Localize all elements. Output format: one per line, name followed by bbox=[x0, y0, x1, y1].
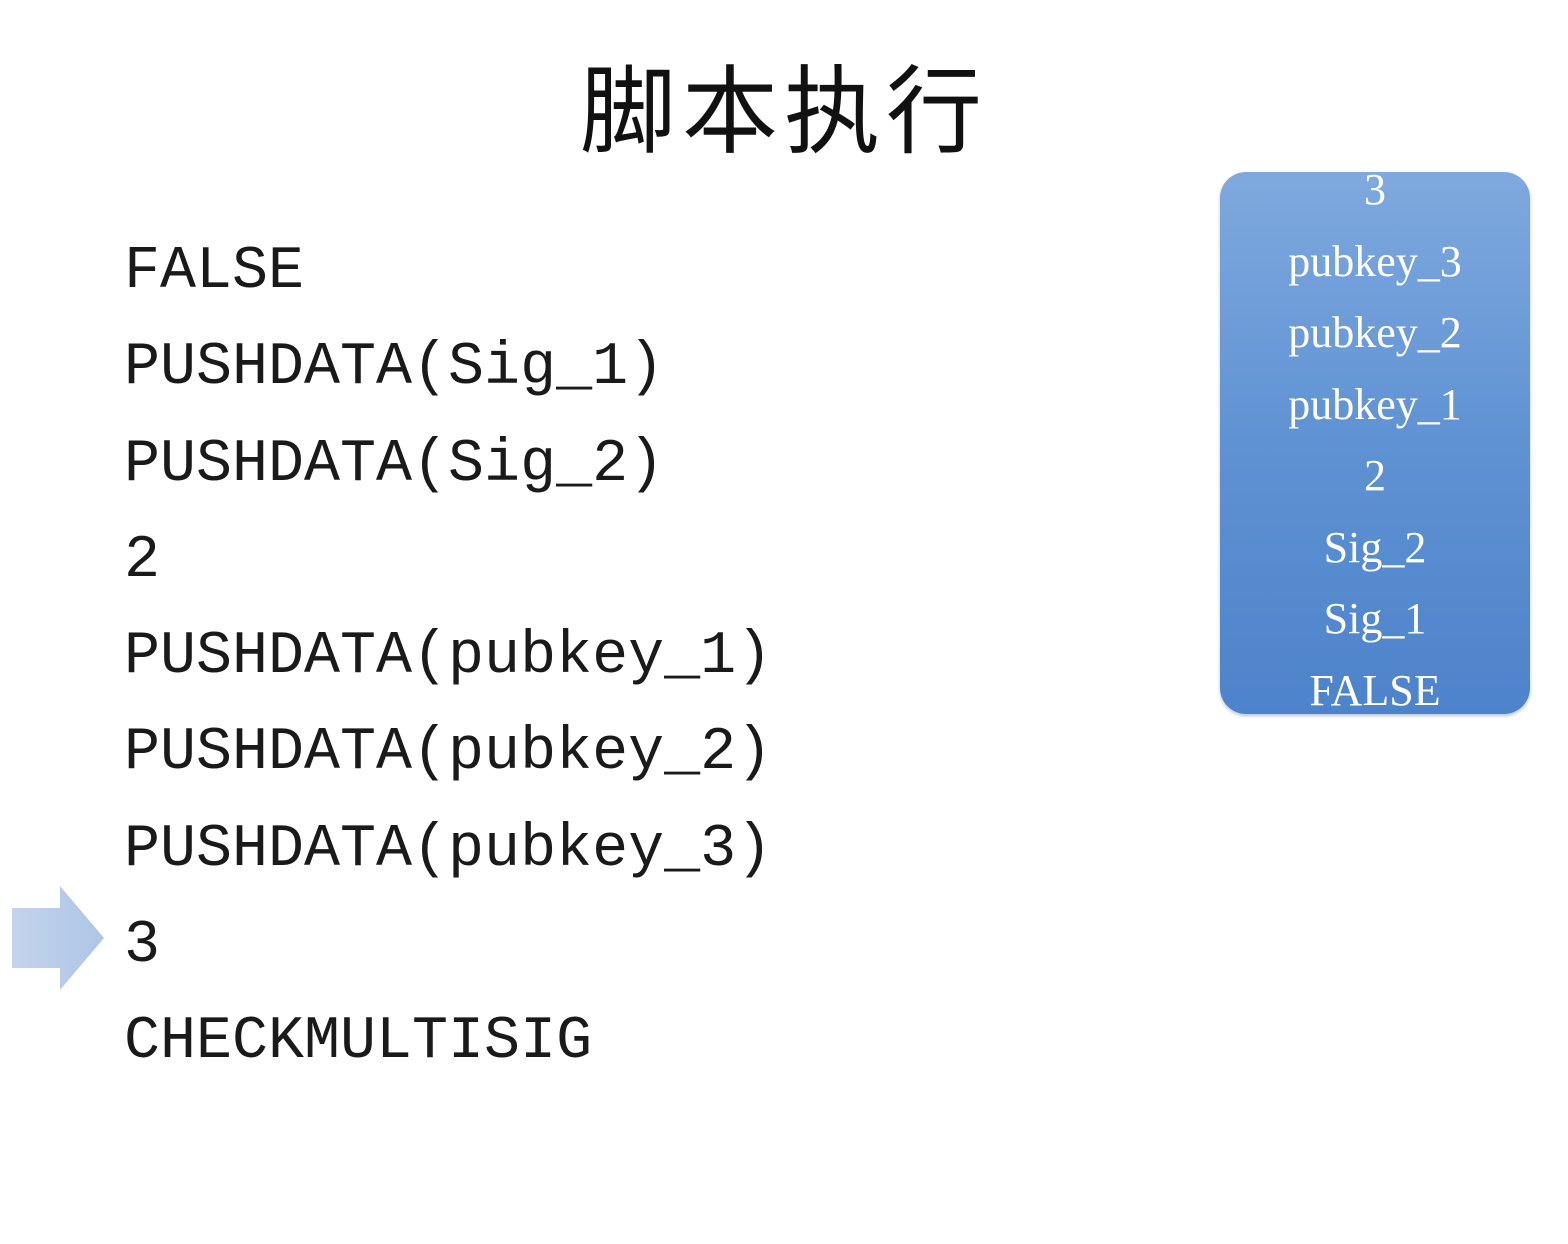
stack-item: Sig_1 bbox=[1323, 594, 1427, 643]
stack-list: 3 pubkey_3 pubkey_2 pubkey_1 2 Sig_2 Sig… bbox=[1220, 172, 1530, 714]
stack-item: 2 bbox=[1364, 451, 1386, 500]
script-line: PUSHDATA(pubkey_1) bbox=[124, 623, 773, 692]
stack-item: pubkey_2 bbox=[1288, 308, 1462, 357]
script-line: PUSHDATA(pubkey_3) bbox=[124, 815, 773, 884]
stack-item: pubkey_1 bbox=[1288, 379, 1462, 429]
script-line: CHECKMULTISIG bbox=[124, 1008, 593, 1077]
script-line: 2 bbox=[124, 526, 161, 595]
script-line: PUSHDATA(Sig_2) bbox=[124, 430, 665, 499]
stack-item: FALSE bbox=[1309, 665, 1441, 715]
stack-panel: 3 pubkey_3 pubkey_2 pubkey_1 2 Sig_2 Sig… bbox=[1220, 172, 1530, 714]
script-list: FALSE PUSHDATA(Sig_1) PUSHDATA(Sig_2) 2 … bbox=[124, 224, 772, 1091]
stack-item: Sig_2 bbox=[1323, 522, 1427, 572]
current-step-arrow-icon bbox=[12, 886, 104, 990]
script-line: FALSE bbox=[124, 238, 305, 306]
slide-title: 脚本执行 bbox=[580, 56, 988, 168]
stack-item: pubkey_3 bbox=[1288, 236, 1462, 286]
stack-item: 3 bbox=[1364, 172, 1386, 214]
script-line: PUSHDATA(pubkey_2) bbox=[124, 719, 773, 788]
script-line-current: 3 bbox=[124, 912, 161, 981]
script-line: PUSHDATA(Sig_1) bbox=[124, 334, 665, 403]
